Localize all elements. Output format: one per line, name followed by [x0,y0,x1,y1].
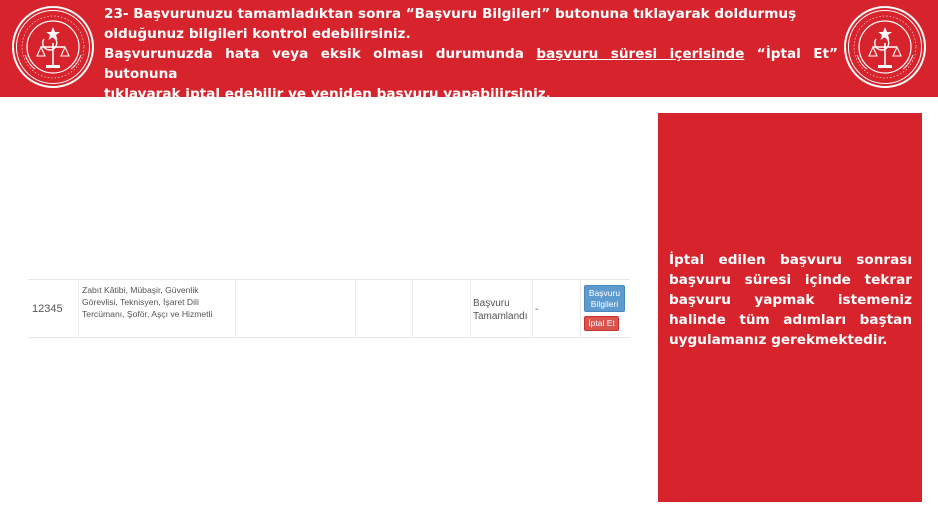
positions-cell: Zabıt Kâtibi, Mübaşir, Güvenlik Görevlis… [79,280,236,337]
table-row: 12345 Zabıt Kâtibi, Mübaşir, Güvenlik Gö… [28,279,630,338]
ministry-seal-icon [844,6,926,88]
cancel-button[interactable]: İptal Et [584,316,619,331]
application-info-button[interactable]: Başvuru Bilgileri [584,285,625,312]
extra-cell: - [533,280,581,337]
banner-line-3-start: Başvurunuzda hata veya eksik olması duru… [104,46,537,62]
banner-line-3: Başvurunuzda hata veya eksik olması duru… [104,44,838,84]
empty-cell [413,280,471,337]
application-id-cell: 12345 [28,280,79,337]
status-cell: Başvuru Tamamlandı [471,280,533,337]
banner-line-4: tıklayarak iptal edebilir ve yeniden baş… [104,86,551,102]
empty-cell [356,280,413,337]
banner-text: 23- Başvurunuzu tamamladıktan sonra “Baş… [104,4,838,104]
actions-cell: Başvuru Bilgileri İptal Et [581,280,630,337]
instruction-banner: 23- Başvurunuzu tamamladıktan sonra “Baş… [0,0,938,102]
banner-line-1: 23- Başvurunuzu tamamladıktan sonra “Baş… [104,6,797,22]
empty-cell [236,280,356,337]
side-note-box: İptal edilen başvuru sonrası başvuru sür… [658,113,922,502]
side-note-text: İptal edilen başvuru sonrası başvuru sür… [669,252,912,348]
ministry-seal-icon [12,6,94,88]
banner-underlined-text: başvuru süresi içerisinde [536,46,745,62]
banner-line-2: olduğunuz bilgileri kontrol edebilirsini… [104,26,411,42]
